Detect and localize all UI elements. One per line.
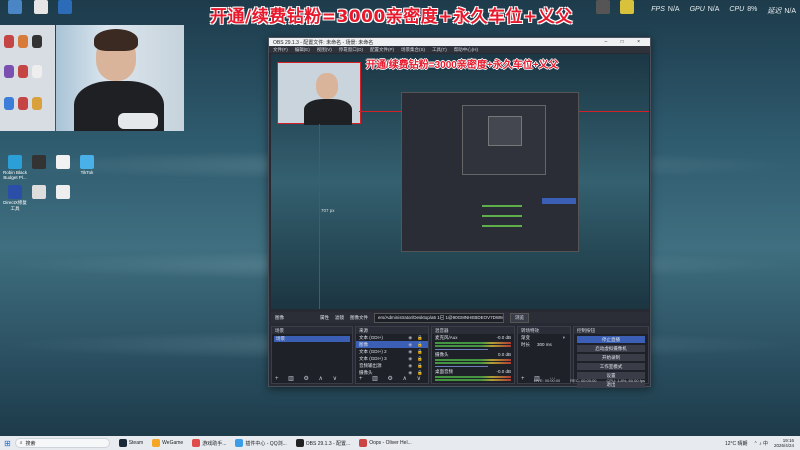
start-icon[interactable]: ⊞ <box>4 439 11 448</box>
desktop-icon[interactable] <box>52 0 78 15</box>
guide-px-label: 707 px <box>321 208 335 213</box>
desktop-icon-robin[interactable]: Robin Black Budget Pl... <box>2 155 28 180</box>
menu-docks[interactable]: 停靠窗口(D) <box>339 47 363 53</box>
desktop-icon[interactable] <box>26 185 52 200</box>
obs-menubar: 文件(F) 编辑(E) 视图(V) 停靠窗口(D) 配置文件(P) 场景集合(S… <box>269 46 650 53</box>
window-controls[interactable]: – □ × <box>605 39 647 45</box>
audio-mixer-dock: 混音器 麦克风/Aux -0.0 dB 摄像头 0.0 dB 桌面音频 -0.0 dB <box>431 326 515 384</box>
transition-duration[interactable]: 时长 300 ms <box>518 341 570 348</box>
tray-icons[interactable]: ⌃ ♪ 中 <box>754 440 768 447</box>
scenes-dock: 场景 场景 + ▥ ⚙ ∧ ∨ <box>271 326 353 384</box>
scene-item[interactable]: 场景 <box>274 336 350 342</box>
cpu-status: CPU: 1.8%, 60.00 fps <box>606 378 645 383</box>
properties-button[interactable]: 属性 <box>320 315 329 321</box>
controls-header: 控制按钮 <box>574 327 648 334</box>
desktop-icon[interactable] <box>590 0 616 15</box>
fps-stat: FPS N/A <box>651 6 680 13</box>
filters-button[interactable]: 滤镜 <box>335 315 344 321</box>
source-item[interactable]: 音频输出源 ◉ 🔒 <box>356 362 428 369</box>
taskbar-search[interactable]: ⌕ 搜索 <box>14 438 110 448</box>
menu-scene-collection[interactable]: 场景集合(S) <box>401 47 425 53</box>
menu-view[interactable]: 视图(V) <box>317 47 332 53</box>
controls-dock: 控制按钮 停止直播 启动虚拟摄像机 开始录制 工作室模式 设置 退出 <box>573 326 649 388</box>
mixer-channel[interactable]: 麦克风/Aux -0.0 dB <box>432 334 514 351</box>
scenes-header: 场景 <box>272 327 352 334</box>
task-obs[interactable]: OBS 29.1.3 - 配置... <box>295 439 350 447</box>
toolbar-image-label: 图像 <box>275 314 284 320</box>
task-game-helper[interactable]: 游戏助手... <box>192 439 226 447</box>
transitions-dock: 转场特效 渐变 ▾ 时长 300 ms + ▥ ⋯ <box>517 326 571 384</box>
obs-preview[interactable]: 开通/续费钻粉=3000亲密度+永久车位+义父 707 px <box>271 54 649 309</box>
desktop-icon[interactable] <box>26 155 52 170</box>
source-item[interactable]: 文本 (GDI+) 3 ◉ 🔒 <box>356 355 428 362</box>
task-wegame[interactable]: WeGame <box>152 439 183 447</box>
performance-overlay: FPS N/A GPU N/A CPU 8% 延迟 N/A <box>651 6 796 16</box>
preview-webcam-source[interactable] <box>277 62 361 125</box>
menu-profile[interactable]: 配置文件(P) <box>370 47 394 53</box>
stop-streaming-button[interactable]: 停止直播 <box>577 336 645 343</box>
start-virtual-camera-button[interactable]: 启动虚拟摄像机 <box>577 345 645 352</box>
cpu-stat: CPU 8% <box>729 6 758 13</box>
menu-edit[interactable]: 编辑(E) <box>295 47 310 53</box>
search-icon: ⌕ <box>19 440 23 446</box>
menu-file[interactable]: 文件(F) <box>273 47 288 53</box>
obs-window[interactable]: OBS 29.1.3 - 配置文件: 未命名 - 场景: 未命名 – □ × 文… <box>268 37 651 388</box>
latency-stat: 延迟 N/A <box>767 8 796 15</box>
source-item[interactable]: 图像 ◉ 🔒 <box>356 341 428 348</box>
menu-help[interactable]: 帮助中心(H) <box>454 47 478 53</box>
studio-mode-button[interactable]: 工作室模式 <box>577 363 645 370</box>
obs-titlebar[interactable]: OBS 29.1.3 - 配置文件: 未命名 - 场景: 未命名 – □ × <box>269 38 650 46</box>
rec-status: REC: 00:00:00 <box>570 378 597 383</box>
obs-title: OBS 29.1.3 - 配置文件: 未命名 - 场景: 未命名 <box>273 39 374 46</box>
stream-banner: 开通/续费钻粉=3000亲密度+永久车位+义父 <box>210 7 573 27</box>
source-toolbar: 图像 属性 滤镜 图像文件 ers/Administrator/Desktop/… <box>271 312 649 323</box>
sources-header: 来源 <box>356 327 428 334</box>
desktop-icon-directx[interactable]: DirectX修复工具 <box>2 185 28 212</box>
desktop-icon[interactable] <box>614 0 640 15</box>
image-path-field[interactable]: ers/Administrator/Desktop/a5 1已 1@90GMNH… <box>374 312 504 323</box>
source-item[interactable]: 文本 (GDI+) ◉ 🔒 <box>356 334 428 341</box>
desktop-icon[interactable] <box>50 155 76 170</box>
desktop-icon[interactable] <box>28 0 54 15</box>
browse-button[interactable]: 浏览 <box>510 312 529 323</box>
task-qq-browser[interactable]: 插件中心 - QQ浏... <box>235 439 287 447</box>
webcam-background-shelf <box>0 25 55 131</box>
webcam-feed <box>56 25 184 131</box>
menu-tools[interactable]: 工具(T) <box>432 47 447 53</box>
live-status: LIVE: 00:00:00 <box>533 378 561 383</box>
gpu-stat: GPU N/A <box>689 6 720 13</box>
desktop-icon[interactable] <box>2 0 28 15</box>
nested-obs-preview <box>401 92 579 252</box>
guide-line <box>319 124 320 309</box>
weather-widget[interactable]: 12°C 晴朗 <box>725 440 748 447</box>
system-tray: 12°C 晴朗 ⌃ ♪ 中 19:16 2026/4/24 <box>725 438 800 448</box>
image-file-label: 图像文件 <box>350 314 368 320</box>
desktop-icon-tiktok[interactable]: TikTok <box>74 155 100 175</box>
transitions-header: 转场特效 <box>518 327 570 334</box>
taskbar: ⊞ ⌕ 搜索 Steam WeGame 游戏助手... 插件中心 - QQ浏..… <box>0 436 800 450</box>
start-recording-button[interactable]: 开始录制 <box>577 354 645 361</box>
task-steam[interactable]: Steam <box>118 439 143 447</box>
source-item[interactable]: 文本 (GDI+) 2 ◉ 🔒 <box>356 348 428 355</box>
sources-dock: 来源 文本 (GDI+) ◉ 🔒 图像 ◉ 🔒 文本 (GDI+) 2 ◉ 🔒 文本 … <box>355 326 429 384</box>
clock[interactable]: 19:16 2026/4/24 <box>774 438 794 448</box>
transition-select[interactable]: 渐变 ▾ <box>518 334 570 341</box>
mixer-header: 混音器 <box>432 327 514 334</box>
obs-status-bar: LIVE: 00:00:00 REC: 00:00:00 CPU: 1.8%, … <box>271 378 649 384</box>
mixer-channel[interactable]: 摄像头 0.0 dB <box>432 351 514 368</box>
preview-banner: 开通/续费钻粉=3000亲密度+永久车位+义父 <box>366 60 559 71</box>
desktop-icon[interactable] <box>50 185 76 200</box>
task-music[interactable]: Oops - Oliver Hel... <box>359 439 412 447</box>
